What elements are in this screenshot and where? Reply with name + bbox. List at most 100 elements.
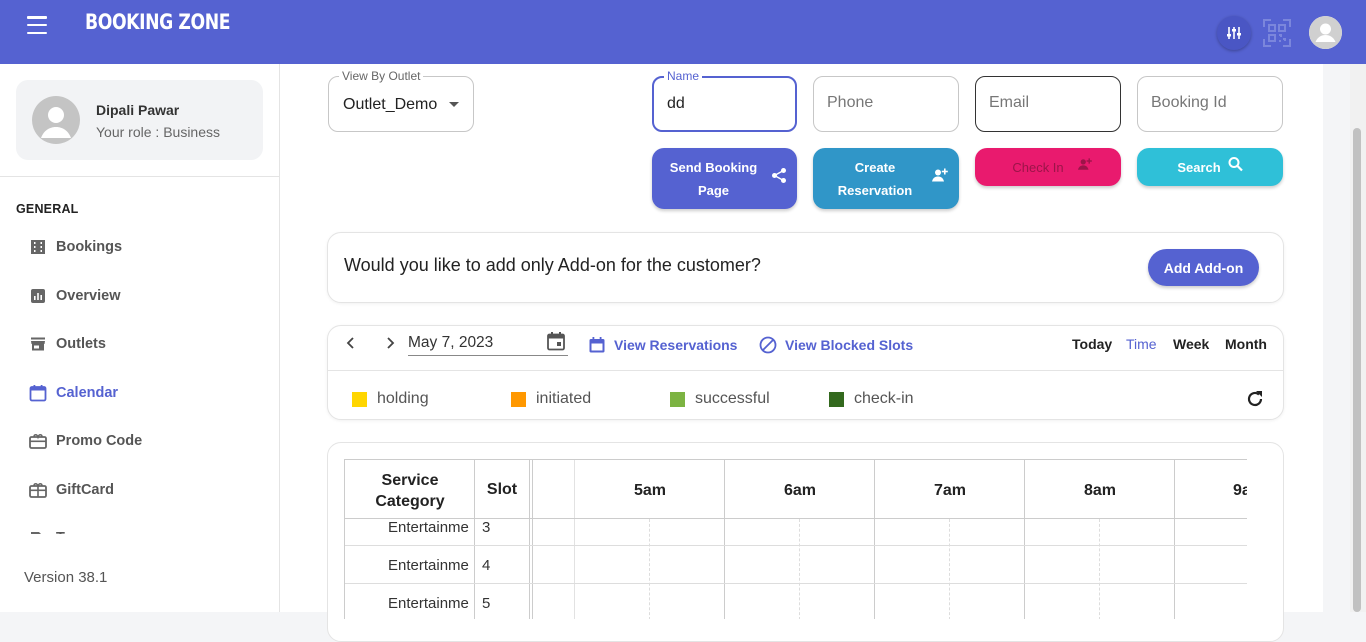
- name-input[interactable]: [667, 95, 777, 113]
- share-icon: [771, 167, 787, 190]
- sidebar-item-label: Overview: [56, 288, 121, 304]
- selected-date: May 7, 2023: [408, 334, 494, 351]
- email-input[interactable]: [989, 94, 1099, 112]
- user-role: Your role : Business: [96, 124, 220, 140]
- grid-line: [799, 519, 800, 619]
- block-icon: [759, 336, 777, 354]
- scrollbar-thumb[interactable]: [1353, 128, 1361, 612]
- sidebar-item-calendar[interactable]: Calendar: [28, 381, 118, 405]
- check-in-button[interactable]: Check In: [975, 148, 1121, 186]
- legend-label: check-in: [854, 390, 914, 407]
- grid-line: [649, 519, 650, 619]
- column-header-service-category: Service Category: [375, 472, 445, 510]
- outlet-select-value: Outlet_Demo: [343, 96, 438, 113]
- create-reservation-label: Create Reservation: [837, 159, 913, 198]
- section-title-general: GENERAL: [16, 202, 79, 216]
- sidebar-item-label: Promo Code: [56, 433, 143, 449]
- add-person-icon: [1077, 156, 1093, 179]
- sidebar-item-label: Bookings: [56, 239, 123, 255]
- phone-field[interactable]: [813, 76, 959, 132]
- view-reservations-link[interactable]: View Reservations: [588, 336, 737, 354]
- view-blocked-slots-link[interactable]: View Blocked Slots: [759, 336, 913, 354]
- email-field[interactable]: [975, 76, 1121, 132]
- legend-label: holding: [377, 390, 429, 407]
- app-version: Version 38.1: [24, 569, 108, 586]
- addon-card: Would you like to add only Add-on for th…: [327, 232, 1284, 303]
- search-button[interactable]: Search: [1137, 148, 1283, 186]
- avatar: [32, 96, 80, 144]
- phone-input[interactable]: [827, 94, 937, 112]
- sidebar-item-giftcard[interactable]: GiftCard: [28, 478, 114, 502]
- row-service-category: Entertainme: [388, 595, 469, 612]
- row-service-category: Entertainme: [388, 557, 469, 574]
- hamburger-menu-icon[interactable]: [27, 16, 47, 34]
- sidebar-item-label: Calendar: [56, 385, 119, 401]
- sidebar-scroll-mask: [0, 534, 279, 554]
- sidebar: Dipali Pawar Your role : Business GENERA…: [0, 64, 280, 612]
- date-picker[interactable]: May 7, 2023: [408, 332, 568, 356]
- chart-icon: [28, 286, 48, 306]
- next-date-icon[interactable]: [384, 334, 396, 355]
- outlet-select-label: View By Outlet: [339, 69, 424, 83]
- legend-swatch: [511, 391, 526, 407]
- name-field-label: Name: [664, 69, 703, 83]
- booking-zone-logo[interactable]: BOOKING ZONE: [85, 10, 230, 34]
- calendar-toolbar-divider: [328, 370, 1283, 371]
- profile-card: Dipali Pawar Your role : Business: [16, 80, 263, 160]
- settings-sliders-icon[interactable]: [1217, 16, 1251, 50]
- tab-time[interactable]: Time: [1126, 336, 1157, 352]
- calendar-icon[interactable]: [546, 331, 566, 356]
- name-field[interactable]: Name: [652, 69, 797, 132]
- hour-header: 7am: [933, 482, 967, 499]
- booking-id-input[interactable]: [1151, 94, 1261, 112]
- sidebar-item-overview[interactable]: Overview: [28, 284, 121, 308]
- grid-line: [529, 460, 530, 619]
- calendar-icon: [28, 383, 48, 403]
- row-service-category: Entertainme: [388, 519, 469, 536]
- outlet-select[interactable]: View By Outlet Outlet_Demo: [328, 69, 474, 132]
- sidebar-item-outlets[interactable]: Outlets: [28, 332, 106, 356]
- top-app-bar: BOOKING ZONE: [0, 0, 1366, 64]
- search-label: Search: [1177, 159, 1221, 175]
- row-slot: 4: [482, 557, 491, 574]
- chevron-down-icon: [449, 102, 459, 107]
- legend-initiated: initiated: [511, 390, 591, 408]
- row-slot: 5: [482, 595, 491, 612]
- previous-date-icon[interactable]: [345, 334, 357, 355]
- legend-swatch: [829, 391, 844, 407]
- legend-label: successful: [695, 390, 770, 407]
- search-icon: [1228, 156, 1243, 179]
- sidebar-item-label: Outlets: [56, 336, 106, 352]
- sidebar-divider: [0, 176, 279, 177]
- addon-question: Would you like to add only Add-on for th…: [344, 255, 761, 275]
- add-addon-button[interactable]: Add Add-on: [1148, 249, 1259, 286]
- legend-holding: holding: [352, 390, 429, 408]
- hour-header: 5am: [633, 482, 667, 499]
- tab-month[interactable]: Month: [1225, 336, 1267, 352]
- calendar-icon: [588, 336, 606, 354]
- view-reservations-label: View Reservations: [614, 337, 738, 353]
- legend-label: initiated: [536, 390, 592, 407]
- sidebar-item-label: GiftCard: [56, 482, 114, 498]
- create-reservation-button[interactable]: Create Reservation: [813, 148, 959, 209]
- booking-id-field[interactable]: [1137, 76, 1283, 132]
- send-booking-page-button[interactable]: Send Booking Page: [652, 148, 797, 209]
- send-booking-page-label: Send Booking Page: [669, 159, 758, 198]
- grid-line: [1099, 519, 1100, 619]
- row-slot: 3: [482, 519, 491, 536]
- legend-swatch: [670, 391, 685, 407]
- grid-line: [345, 545, 1247, 546]
- refresh-icon[interactable]: [1245, 389, 1265, 414]
- sidebar-item-promo-code[interactable]: Promo Code: [28, 429, 142, 453]
- sidebar-item-bookings[interactable]: Bookings: [28, 235, 122, 259]
- qr-scan-icon[interactable]: [1260, 16, 1294, 50]
- schedule-grid: Service Category Slot 5am 6am 7am 8am 9a…: [344, 459, 1247, 619]
- legend-successful: successful: [670, 390, 770, 408]
- hour-header: 8am: [1083, 482, 1117, 499]
- add-person-icon: [931, 167, 949, 190]
- user-avatar-icon[interactable]: [1309, 16, 1342, 49]
- tab-today[interactable]: Today: [1072, 336, 1112, 352]
- grid-line: [345, 583, 1247, 584]
- promo-icon: [28, 431, 48, 451]
- tab-week[interactable]: Week: [1173, 336, 1209, 352]
